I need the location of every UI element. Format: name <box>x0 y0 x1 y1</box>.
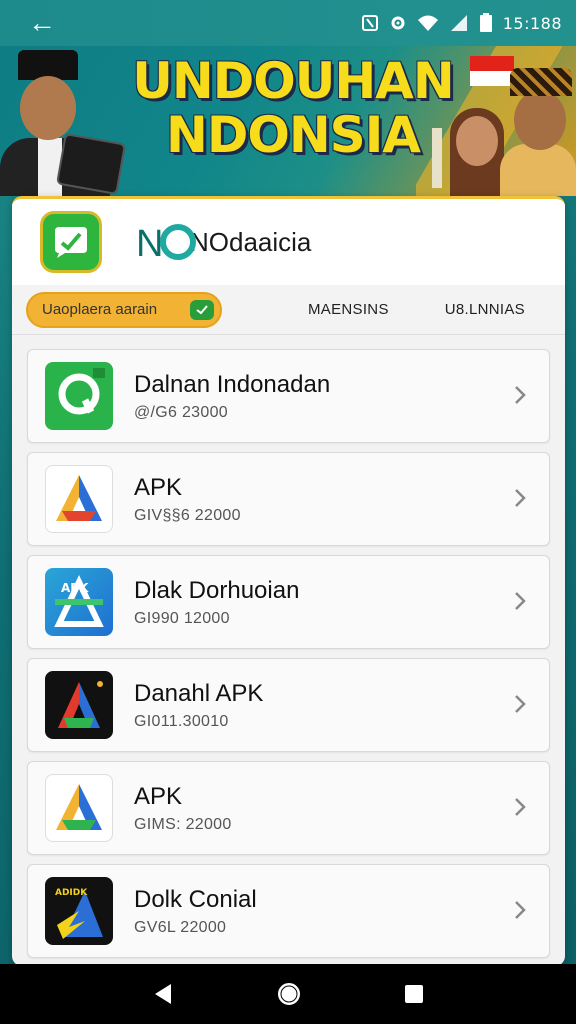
nav-recents-icon[interactable] <box>403 983 425 1005</box>
back-arrow-icon[interactable]: ← <box>28 9 56 37</box>
chevron-right-icon <box>515 489 526 507</box>
list-item[interactable]: APK GIV§§6 22000 <box>27 452 550 546</box>
item-subtitle: GV6L 22000 <box>134 919 227 936</box>
brand: N NOdaaicia <box>136 220 311 264</box>
signal-icon <box>450 15 467 31</box>
nfc-icon <box>361 15 378 31</box>
status-icons: 15:188 <box>361 13 562 33</box>
chevron-right-icon <box>515 695 526 713</box>
chevron-right-icon <box>515 386 526 404</box>
list-item[interactable]: Dalnan Indonadan @/G6 23000 <box>27 349 550 443</box>
woman-illustration <box>448 96 508 196</box>
promo-banner: UNDOUHAN NDONSIA <box>0 46 576 196</box>
item-title: Dolk Conial <box>134 886 257 913</box>
tab-label: Uaoplaera aarain <box>42 301 158 318</box>
brand-name: NOdaaicia <box>190 226 312 257</box>
item-title: APK <box>134 474 183 501</box>
app-logo-icon[interactable] <box>40 211 102 273</box>
dark-a-icon <box>45 671 113 739</box>
app-list: Dalnan Indonadan @/G6 23000 APK GIV§§6 2… <box>12 335 565 958</box>
chevron-right-icon <box>515 592 526 610</box>
svg-text:APK: APK <box>61 581 89 595</box>
svg-text:N: N <box>136 223 163 264</box>
app-header: N NOdaaicia <box>12 199 565 285</box>
svg-text:ADIDK: ADIDK <box>55 888 88 898</box>
dark-tile-icon: ADIDK <box>45 877 113 945</box>
chevron-right-icon <box>515 901 526 919</box>
nav-back-icon[interactable] <box>151 982 175 1006</box>
brand-mark-icon: N <box>136 223 196 264</box>
apk-tile-icon: APK <box>45 568 113 636</box>
clock: 15:188 <box>502 13 562 33</box>
item-subtitle: GI011.30010 <box>134 713 229 730</box>
item-title: Danahl APK <box>134 680 264 707</box>
triangle-a-icon <box>45 465 113 533</box>
chevron-right-icon <box>515 798 526 816</box>
tab-bar: Uaoplaera aarain MAENSINS U8.LNNIAS <box>12 285 565 335</box>
status-bar: ← 15:188 <box>0 0 576 46</box>
chat-badge-icon <box>190 299 214 320</box>
item-subtitle: GIMS: 22000 <box>134 816 232 833</box>
list-item[interactable]: APK GIMS: 22000 <box>27 761 550 855</box>
item-subtitle: GIV§§6 22000 <box>134 507 241 524</box>
tab-third[interactable]: U8.LNNIAS <box>445 301 525 318</box>
system-nav-bar <box>0 964 576 1024</box>
man-with-phone-illustration <box>0 46 127 196</box>
item-subtitle: GI990 12000 <box>134 610 230 627</box>
banner-title: UNDOUHAN NDONSIA <box>132 52 454 164</box>
triangle-a-icon <box>45 774 113 842</box>
item-title: Dlak Dorhuoian <box>134 577 300 604</box>
list-item[interactable]: Danahl APK GI011.30010 <box>27 658 550 752</box>
item-subtitle: @/G6 23000 <box>134 404 228 421</box>
man-in-batik-illustration <box>500 56 576 196</box>
wifi-icon <box>417 15 438 31</box>
tab-featured[interactable]: Uaoplaera aarain <box>26 291 222 328</box>
nav-home-icon[interactable] <box>276 981 302 1007</box>
settings-icon <box>391 16 405 30</box>
main-card: N NOdaaicia Uaoplaera aarain MAENSINS U8… <box>12 196 565 966</box>
item-title: APK <box>134 783 183 810</box>
tab-second[interactable]: MAENSINS <box>308 301 389 318</box>
monument-illustration <box>432 128 442 188</box>
item-title: Dalnan Indonadan <box>134 371 331 398</box>
list-item[interactable]: APK Dlak Dorhuoian GI990 12000 <box>27 555 550 649</box>
list-item[interactable]: ADIDK Dolk Conial GV6L 22000 <box>27 864 550 958</box>
battery-icon <box>479 13 492 32</box>
green-chat-a-icon <box>45 362 113 430</box>
